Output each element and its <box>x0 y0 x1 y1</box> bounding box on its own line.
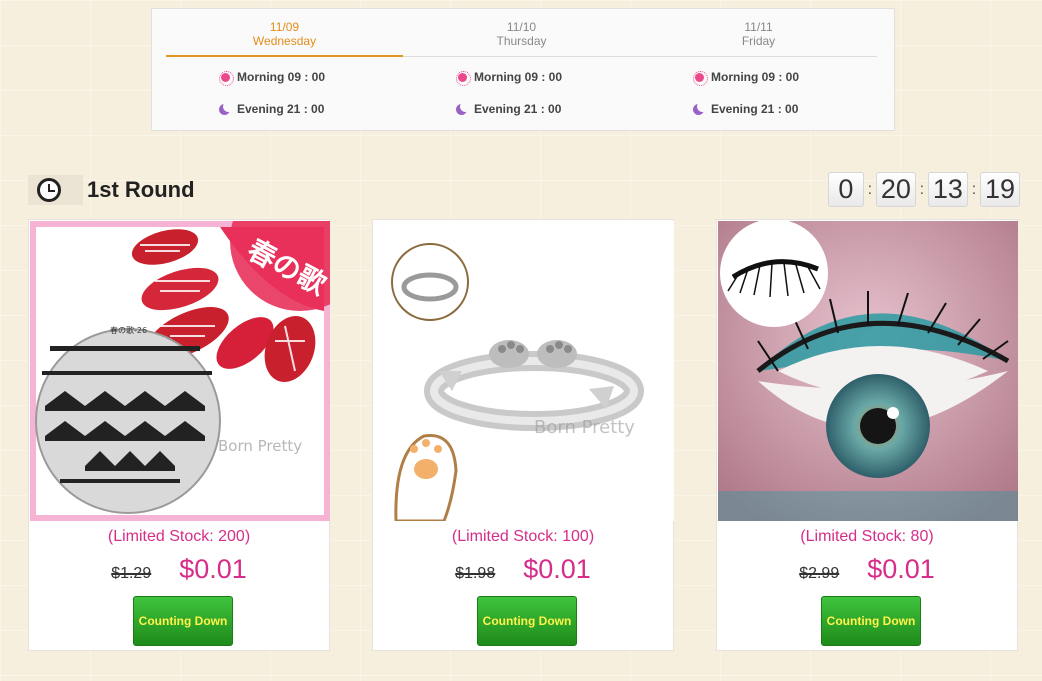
schedule-panel: 11/09 Wednesday 11/10 Thursday 11/11 Fri… <box>151 8 895 131</box>
watermark-text: Born Pretty <box>218 437 302 455</box>
sale-price: $0.01 <box>867 554 935 584</box>
morning-slot-friday[interactable]: Morning 09 : 00 <box>693 70 800 86</box>
evening-label: Evening 21 : 00 <box>474 102 562 116</box>
sale-price: $0.01 <box>523 554 591 584</box>
evening-slot-wednesday[interactable]: Evening 21 : 00 <box>219 102 324 116</box>
moon-icon <box>693 102 706 116</box>
original-price: $2.99 <box>799 565 840 582</box>
tab-day: Wednesday <box>252 34 317 48</box>
countdown-separator: : <box>919 180 925 198</box>
evening-slot-friday[interactable]: Evening 21 : 00 <box>693 102 798 116</box>
stock-label: (Limited Stock: 200) <box>107 528 251 545</box>
sun-icon <box>219 70 234 86</box>
original-price: $1.98 <box>455 565 496 582</box>
product-image-nail-plate[interactable]: 春の歌 春の歌-26 Born Pretty <box>30 221 330 521</box>
tab-wednesday[interactable]: 11/09 Wednesday <box>166 20 403 57</box>
price-row: $1.98 $0.01 <box>373 554 673 585</box>
tab-date: 11/11 <box>744 20 773 34</box>
tab-date: 11/10 <box>506 20 537 34</box>
tab-day: Friday <box>741 34 776 48</box>
product-image-eyelashes[interactable] <box>718 221 1018 521</box>
plate-label: 春の歌-26 <box>110 325 147 335</box>
moon-icon <box>219 102 232 116</box>
product-card: 春の歌 春の歌-26 Born Pretty (Limited Stock: 2… <box>28 219 330 651</box>
countdown-timer: 0 : 20 : 13 : 19 <box>827 172 1020 207</box>
price-row: $2.99 $0.01 <box>717 554 1017 585</box>
clock-badge <box>28 175 83 205</box>
countdown-minutes: 13 <box>927 172 968 207</box>
round-title: 1st Round <box>87 177 195 202</box>
evening-slot-thursday[interactable]: Evening 21 : 00 <box>456 102 561 116</box>
round-header: 1st Round <box>28 172 195 208</box>
countdown-separator: : <box>867 180 873 198</box>
evening-label: Evening 21 : 00 <box>711 102 799 116</box>
product-image-cat-ring[interactable]: Born Pretty <box>374 221 674 521</box>
counting-down-button[interactable]: Counting Down <box>133 596 233 646</box>
morning-label: Morning 09 : 00 <box>237 70 326 84</box>
eyelashes-illustration <box>718 221 1018 521</box>
product-card: (Limited Stock: 80) $2.99 $0.01 Counting… <box>716 219 1018 651</box>
tab-date: 11/09 <box>269 20 300 34</box>
moon-icon <box>456 102 469 116</box>
evening-label: Evening 21 : 00 <box>237 102 325 116</box>
morning-label: Morning 09 : 00 <box>474 70 563 84</box>
product-card: Born Pretty (Limited Stock: 100) $1.98 $… <box>372 219 674 651</box>
watermark-text: Born Pretty <box>534 417 635 438</box>
stock-label: (Limited Stock: 80) <box>800 528 934 545</box>
stock-label: (Limited Stock: 100) <box>451 528 595 545</box>
sun-icon <box>456 70 471 86</box>
countdown-seconds: 19 <box>979 172 1020 207</box>
tab-thursday[interactable]: 11/10 Thursday <box>403 20 640 48</box>
price-row: $1.29 $0.01 <box>29 554 329 585</box>
nail-plate-illustration: 春の歌 春の歌-26 Born Pretty <box>30 221 330 521</box>
tab-friday[interactable]: 11/11 Friday <box>640 20 877 48</box>
cat-ring-illustration: Born Pretty <box>374 221 674 521</box>
date-tabs: 11/09 Wednesday 11/10 Thursday 11/11 Fri… <box>166 9 877 57</box>
morning-slot-wednesday[interactable]: Morning 09 : 00 <box>219 70 326 86</box>
counting-down-button[interactable]: Counting Down <box>821 596 921 646</box>
clock-icon <box>37 178 61 202</box>
active-tab-indicator <box>166 55 403 57</box>
morning-slot-thursday[interactable]: Morning 09 : 00 <box>456 70 563 86</box>
tab-day: Thursday <box>496 34 547 48</box>
sale-price: $0.01 <box>179 554 247 584</box>
countdown-separator: : <box>971 180 977 198</box>
morning-label: Morning 09 : 00 <box>711 70 800 84</box>
countdown-hours: 20 <box>875 172 916 207</box>
original-price: $1.29 <box>111 565 152 582</box>
countdown-days: 0 <box>827 172 864 207</box>
counting-down-button[interactable]: Counting Down <box>477 596 577 646</box>
sun-icon <box>693 70 708 86</box>
